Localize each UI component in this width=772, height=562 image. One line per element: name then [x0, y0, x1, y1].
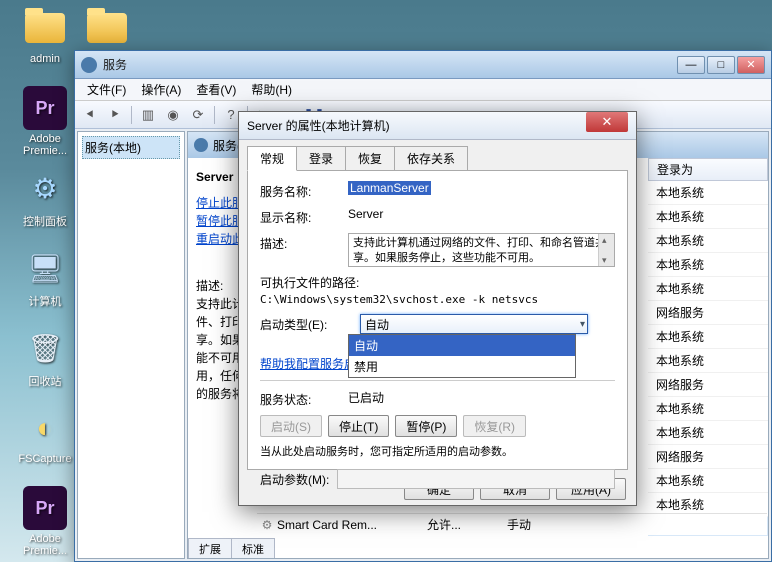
refresh-button[interactable]: ⟳	[187, 104, 209, 126]
desktop-icon-控制面板[interactable]: ⚙控制面板	[16, 166, 74, 229]
exe-path-value: C:\Windows\system32\svchost.exe -k netsv…	[260, 293, 615, 306]
status-value: 已启动	[348, 389, 615, 406]
bottom-tab[interactable]: 扩展	[188, 538, 232, 558]
bottom-tabs: 扩展标准	[188, 538, 274, 558]
description-box: 支持此计算机通过网络的文件、打印、和命名管道共享。如果服务停止，这些功能不可用。	[348, 233, 615, 267]
desktop-icon-回收站[interactable]: 🗑回收站	[16, 326, 74, 389]
list-item[interactable]: 网络服务	[648, 445, 768, 469]
start-params-input	[337, 469, 615, 489]
stop-button[interactable]: 停止(T)	[328, 415, 389, 437]
list-item[interactable]: 本地系统	[648, 469, 768, 493]
exe-path-label: 可执行文件的路径:	[260, 274, 615, 291]
menubar: 文件(F)操作(A)查看(V)帮助(H)	[75, 79, 771, 101]
minimize-button[interactable]: —	[677, 56, 705, 74]
list-item[interactable]: 本地系统	[648, 181, 768, 205]
option-auto[interactable]: 自动	[349, 335, 575, 356]
list-item[interactable]: 本地系统	[648, 205, 768, 229]
properties-dialog: Server 的属性(本地计算机) ✕ 常规登录恢复依存关系 服务名称: Lan…	[238, 111, 637, 506]
show-hide-button[interactable]: ▥	[137, 104, 159, 126]
option-disabled[interactable]: 禁用	[349, 356, 575, 377]
close-button[interactable]: ✕	[737, 56, 765, 74]
list-item[interactable]: 本地系统	[648, 277, 768, 301]
forward-button[interactable]: ⯈	[104, 104, 126, 126]
startup-type-dropdown[interactable]: 自动 禁用	[348, 334, 576, 378]
bottom-tab[interactable]: 标准	[231, 538, 275, 558]
gear-icon	[194, 138, 208, 152]
list-item[interactable]: 本地系统	[648, 421, 768, 445]
tab-panel-general: 服务名称: LanmanServer 显示名称: Server 描述: 支持此计…	[247, 170, 628, 470]
desktop-icon-Adobe Premie...[interactable]: PrAdobe Premie...	[16, 86, 74, 157]
list-item[interactable]: 网络服务	[648, 301, 768, 325]
service-name-value: LanmanServer	[348, 181, 431, 195]
display-name-value: Server	[348, 207, 615, 221]
menu-item[interactable]: 文件(F)	[81, 79, 132, 100]
list-item[interactable]: 本地系统	[648, 397, 768, 421]
menu-item[interactable]: 查看(V)	[190, 79, 242, 100]
list-item[interactable]: 本地系统	[648, 325, 768, 349]
dialog-close-button[interactable]: ✕	[586, 112, 628, 132]
desktop-icon-计算机[interactable]: 🖥计算机	[16, 246, 74, 309]
desktop-icon-FSCapture[interactable]: ◐FSCapture	[16, 406, 74, 465]
startup-type-label: 启动类型(E):	[260, 314, 360, 333]
menu-item[interactable]: 操作(A)	[135, 79, 187, 100]
dialog-tabs: 常规登录恢复依存关系	[239, 140, 636, 170]
description-label: 描述:	[260, 233, 348, 252]
services-titlebar[interactable]: 服务 — □ ✕	[75, 51, 771, 79]
desc-label: 描述:	[196, 279, 223, 293]
tree-pane: 服务(本地)	[77, 131, 185, 559]
resume-button: 恢复(R)	[463, 415, 526, 437]
desktop-icon-admin[interactable]: admin	[16, 6, 74, 65]
dialog-titlebar[interactable]: Server 的属性(本地计算机) ✕	[239, 112, 636, 140]
pause-button[interactable]: 暂停(P)	[395, 415, 457, 437]
services-title: 服务	[103, 56, 677, 73]
gear-icon: ⚙	[257, 518, 277, 532]
export-button[interactable]: ◉	[162, 104, 184, 126]
dialog-tab[interactable]: 恢复	[345, 146, 395, 170]
dialog-tab[interactable]: 依存关系	[394, 146, 468, 170]
bottom-service-row[interactable]: ⚙ Smart Card Rem... 允许... 手动	[257, 513, 767, 535]
maximize-button[interactable]: □	[707, 56, 735, 74]
dialog-title: Server 的属性(本地计算机)	[247, 117, 586, 134]
service-list[interactable]: 登录为 本地系统本地系统本地系统本地系统本地系统网络服务本地系统本地系统网络服务…	[648, 158, 768, 536]
dialog-tab[interactable]: 常规	[247, 146, 297, 171]
desktop-icon-Adobe Premie...[interactable]: PrAdobe Premie...	[16, 486, 74, 557]
list-item[interactable]: 本地系统	[648, 229, 768, 253]
start-button: 启动(S)	[260, 415, 322, 437]
service-name-label: 服务名称:	[260, 181, 348, 200]
display-name-label: 显示名称:	[260, 207, 348, 226]
column-header-logon[interactable]: 登录为	[648, 158, 768, 181]
start-params-hint: 当从此处启动服务时，您可指定所适用的启动参数。	[260, 443, 615, 459]
list-item[interactable]: 本地系统	[648, 349, 768, 373]
start-params-label: 启动参数(M):	[260, 471, 329, 488]
menu-item[interactable]: 帮助(H)	[245, 79, 298, 100]
status-label: 服务状态:	[260, 389, 348, 408]
tree-root[interactable]: 服务(本地)	[82, 136, 180, 159]
services-icon	[81, 57, 97, 73]
chevron-down-icon: ▾	[580, 319, 585, 330]
startup-type-combo[interactable]: 自动 ▾	[360, 314, 588, 334]
description-scrollbar[interactable]	[598, 234, 614, 266]
list-item[interactable]: 本地系统	[648, 253, 768, 277]
list-item[interactable]: 网络服务	[648, 373, 768, 397]
dialog-tab[interactable]: 登录	[296, 146, 346, 170]
back-button[interactable]: ⯇	[79, 104, 101, 126]
